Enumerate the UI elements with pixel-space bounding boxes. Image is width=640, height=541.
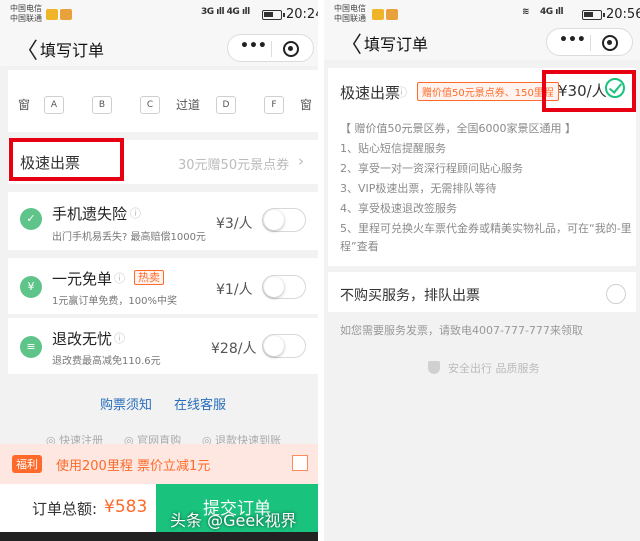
status-bar: 中国电信 中国联通 3G ıll 4G ıll 20:24 bbox=[0, 0, 318, 30]
mini-program-capsule: ••• bbox=[546, 28, 633, 56]
page-title: 填写订单 bbox=[40, 41, 105, 60]
carrier-text: 中国电信 中国联通 bbox=[10, 4, 42, 23]
order-total-label: 订单总额: bbox=[32, 500, 98, 518]
express-desc-line: 1、贴心短信提醒服务 bbox=[340, 142, 446, 155]
insurance-price: ¥3/人 bbox=[216, 216, 253, 232]
insurance-price: ¥28/人 bbox=[211, 341, 257, 357]
document-icon: ≡ bbox=[20, 336, 42, 358]
battery-icon bbox=[582, 10, 605, 20]
highlight-box bbox=[542, 70, 636, 112]
close-icon[interactable] bbox=[283, 41, 299, 57]
info-icon[interactable]: ⓘ bbox=[130, 205, 141, 221]
ticket-notice-link[interactable]: 购票须知 bbox=[100, 394, 152, 413]
express-desc-line: 3、VIP极速出票，无需排队等待 bbox=[340, 182, 497, 195]
clock: 20:56 bbox=[606, 7, 640, 22]
seat-label-window: 窗 bbox=[300, 98, 313, 112]
express-desc-line: 2、享受一对一资深行程顾问贴心服务 bbox=[340, 162, 523, 175]
close-icon[interactable] bbox=[602, 35, 618, 51]
insurance-subtitle: 退改费最高减免110.6元 bbox=[52, 356, 161, 367]
app-notification-icon bbox=[60, 9, 72, 20]
express-desc-line: 【 赠价值50元景区券，全国6000家景区通用 】 bbox=[340, 122, 576, 135]
back-icon[interactable]: 〈 bbox=[340, 27, 362, 59]
back-icon[interactable]: 〈 bbox=[16, 33, 38, 65]
signal-icon: 4G ıll bbox=[540, 7, 564, 17]
shield-icon bbox=[428, 361, 440, 374]
highlight-box bbox=[9, 138, 124, 181]
app-notification-icon bbox=[372, 9, 384, 20]
online-service-link[interactable]: 在线客服 bbox=[174, 394, 226, 413]
insurance-toggle[interactable] bbox=[262, 334, 306, 358]
ticket-icon: ¥ bbox=[20, 276, 42, 298]
info-icon[interactable]: ⓘ bbox=[396, 84, 407, 100]
insurance-toggle[interactable] bbox=[262, 275, 306, 299]
seat-label-window: 窗 bbox=[18, 98, 31, 112]
more-icon[interactable]: ••• bbox=[559, 32, 586, 48]
hot-badge: 热卖 bbox=[134, 270, 164, 285]
mileage-bonus-checkbox[interactable] bbox=[292, 455, 308, 471]
watermark-text: 头条 @Geek视界 bbox=[170, 511, 297, 530]
no-buy-radio[interactable] bbox=[606, 284, 626, 304]
seat-c[interactable]: C bbox=[140, 96, 160, 114]
insurance-title: 手机遗失险 bbox=[52, 205, 128, 223]
express-service-title: 极速出票 bbox=[340, 84, 401, 102]
chevron-right-icon: › bbox=[298, 152, 304, 170]
express-ticketing-value: 30元赠50元景点券 bbox=[178, 158, 290, 173]
seat-b[interactable]: B bbox=[92, 96, 112, 114]
insurance-title: 退改无忧 bbox=[52, 330, 113, 348]
right-phone-screen: 中国电信 中国联通 ≋ 4G ıll 20:56 〈 填写订单 ••• 极速出票… bbox=[324, 0, 640, 541]
order-total-value: ¥583 bbox=[104, 497, 148, 517]
shield-icon: ✓ bbox=[20, 208, 42, 230]
insurance-subtitle: 出门手机易丢失? 最高赔偿1000元 bbox=[52, 232, 206, 243]
insurance-toggle[interactable] bbox=[262, 208, 306, 232]
left-phone-screen: 中国电信 中国联通 3G ıll 4G ıll 20:24 〈 填写订单 •••… bbox=[0, 0, 318, 541]
wifi-icon: ≋ bbox=[522, 7, 530, 17]
mileage-bonus-bar: 福利 使用200里程 票价立减1元 bbox=[0, 444, 318, 484]
signal-icon: 3G ıll 4G ıll bbox=[201, 7, 250, 17]
title-bar: 〈 填写订单 ••• bbox=[0, 30, 318, 66]
insurance-title: 一元免单 bbox=[52, 270, 113, 288]
no-buy-label: 不购买服务，排队出票 bbox=[340, 288, 480, 304]
express-desc-line: 4、享受极速退改签服务 bbox=[340, 202, 457, 215]
info-icon[interactable]: ⓘ bbox=[114, 330, 125, 346]
page-title: 填写订单 bbox=[364, 35, 429, 54]
mileage-bonus-text: 使用200里程 票价立减1元 bbox=[56, 459, 211, 474]
invoice-contact-text: 如您需要服务发票，请致电4007-777-777来领取 bbox=[340, 324, 583, 337]
seat-f[interactable]: F bbox=[264, 96, 284, 114]
title-bar: 〈 填写订单 ••• bbox=[324, 24, 640, 60]
app-notification-icon bbox=[46, 9, 58, 20]
info-icon[interactable]: ⓘ bbox=[114, 270, 125, 286]
battery-icon bbox=[262, 10, 285, 20]
insurance-price: ¥1/人 bbox=[216, 282, 253, 298]
welfare-badge: 福利 bbox=[12, 455, 42, 473]
safety-slogan: 安全出行 品质服务 bbox=[448, 362, 540, 375]
bottom-edge bbox=[0, 532, 318, 541]
carrier-text: 中国电信 中国联通 bbox=[334, 4, 366, 23]
seat-a[interactable]: A bbox=[44, 96, 64, 114]
seat-label-aisle: 过道 bbox=[176, 98, 201, 112]
clock: 20:24 bbox=[286, 7, 318, 22]
seat-d[interactable]: D bbox=[216, 96, 236, 114]
insurance-subtitle: 1元赢订单免费，100%中奖 bbox=[52, 296, 177, 307]
mini-program-capsule: ••• bbox=[227, 34, 314, 62]
express-service-tag: 赠价值50元景点券、150里程 bbox=[417, 82, 559, 101]
more-icon[interactable]: ••• bbox=[240, 38, 267, 54]
app-notification-icon bbox=[386, 9, 398, 20]
express-desc-line: 程”查看 bbox=[340, 240, 379, 253]
express-desc-line: 5、里程可兑换火车票代金券或精美实物礼品，可在“我的-里 bbox=[340, 222, 632, 235]
